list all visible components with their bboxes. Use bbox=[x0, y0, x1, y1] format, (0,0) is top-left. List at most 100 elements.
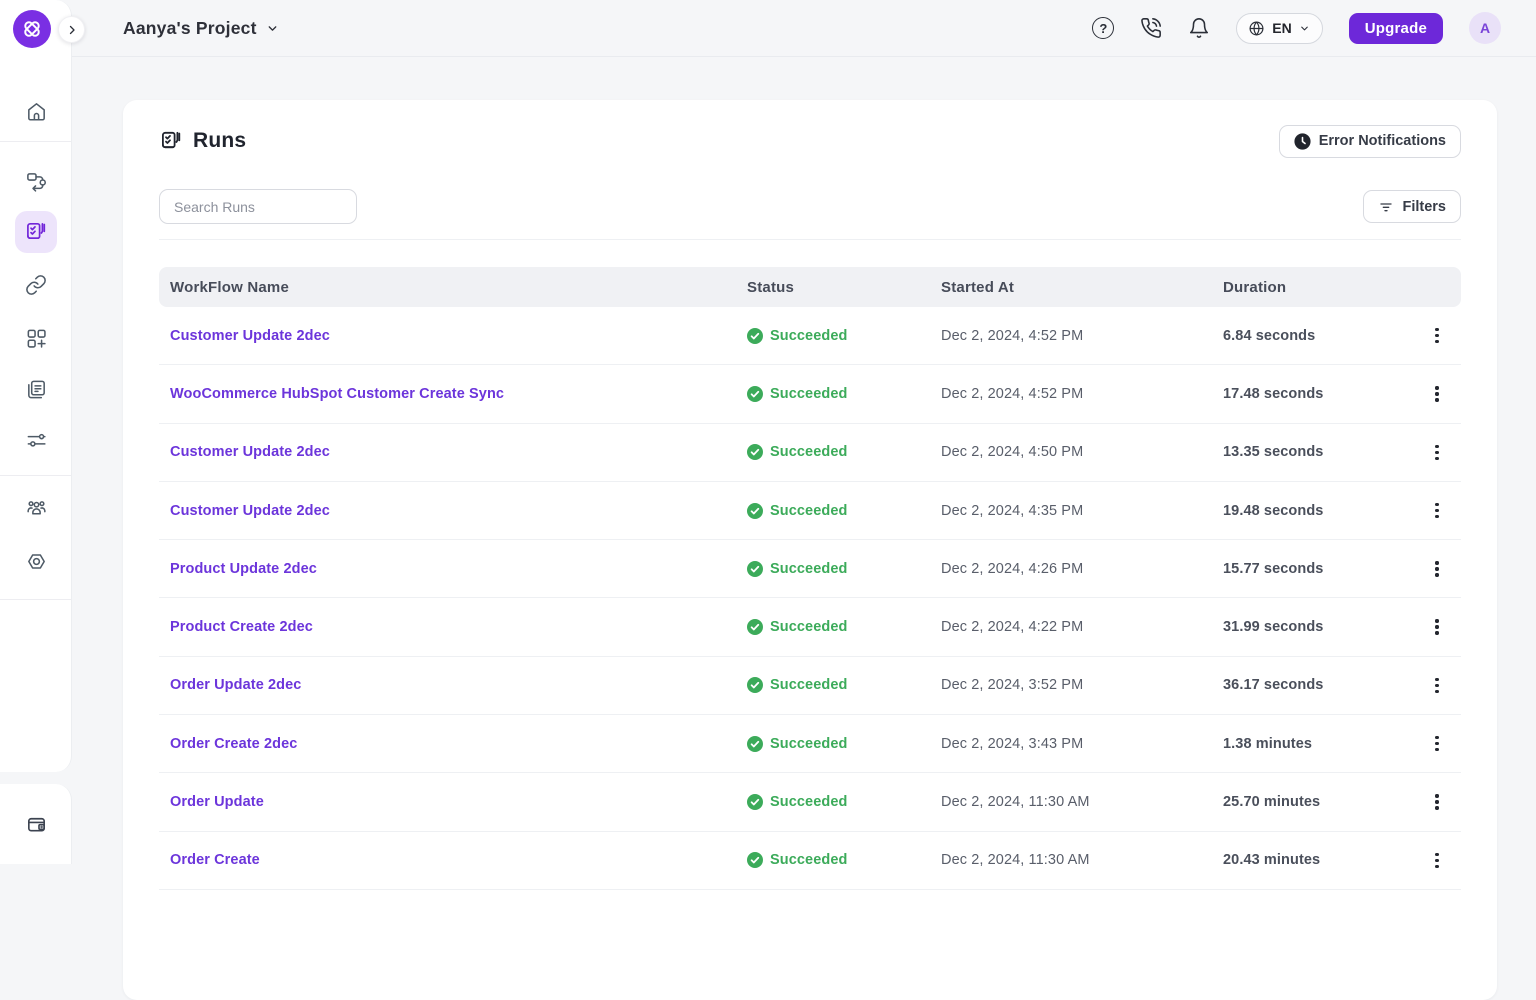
workflow-name-link[interactable]: Product Create 2dec bbox=[170, 619, 313, 635]
workflow-name-link[interactable]: Order Create bbox=[170, 852, 260, 868]
sidebar-item-connections[interactable] bbox=[15, 264, 57, 306]
workflow-icon bbox=[25, 170, 48, 193]
language-code: EN bbox=[1272, 20, 1291, 36]
status-label: Succeeded bbox=[770, 852, 847, 868]
status-label: Succeeded bbox=[770, 794, 847, 810]
check-circle-icon bbox=[747, 852, 763, 868]
app-logo[interactable] bbox=[13, 10, 51, 48]
project-switcher[interactable]: Aanya's Project bbox=[123, 18, 279, 39]
search-input[interactable] bbox=[174, 199, 355, 215]
chevron-down-icon bbox=[266, 22, 279, 35]
status-label: Succeeded bbox=[770, 619, 847, 635]
workflow-name-link[interactable]: Order Update 2dec bbox=[170, 677, 301, 693]
sidebar-expand-button[interactable] bbox=[58, 16, 85, 43]
row-menu-button[interactable] bbox=[1429, 380, 1444, 407]
status-badge: Succeeded bbox=[747, 852, 941, 868]
workflow-name-link[interactable]: Order Update bbox=[170, 794, 264, 810]
sidebar-item-team[interactable] bbox=[15, 487, 57, 529]
contact-button[interactable] bbox=[1140, 17, 1162, 39]
topbar-actions: ? EN Upgrade A bbox=[1092, 12, 1536, 44]
workflow-name-link[interactable]: Customer Update 2dec bbox=[170, 328, 330, 344]
status-label: Succeeded bbox=[770, 736, 847, 752]
sidebar-item-templates[interactable] bbox=[15, 368, 57, 410]
workflow-name-link[interactable]: Customer Update 2dec bbox=[170, 444, 330, 460]
status-badge: Succeeded bbox=[747, 794, 941, 810]
check-circle-icon bbox=[747, 561, 763, 577]
duration: 17.48 seconds bbox=[1223, 386, 1413, 402]
table-row: Product Update 2dec Succeeded Dec 2, 202… bbox=[159, 540, 1461, 598]
row-menu-button[interactable] bbox=[1429, 847, 1444, 874]
duration: 20.43 minutes bbox=[1223, 852, 1413, 868]
table-row: Customer Update 2dec Succeeded Dec 2, 20… bbox=[159, 307, 1461, 365]
runs-header: Runs Error Notifications bbox=[159, 100, 1461, 158]
started-at: Dec 2, 2024, 4:26 PM bbox=[941, 561, 1223, 577]
chevron-down-icon bbox=[1299, 23, 1310, 34]
sidebar-item-home[interactable] bbox=[15, 90, 57, 132]
row-menu-button[interactable] bbox=[1429, 730, 1444, 757]
started-at: Dec 2, 2024, 4:52 PM bbox=[941, 328, 1223, 344]
sidebar-item-workflows[interactable] bbox=[15, 160, 57, 202]
team-icon bbox=[25, 497, 48, 520]
status-badge: Succeeded bbox=[747, 328, 941, 344]
table-row: Product Create 2dec Succeeded Dec 2, 202… bbox=[159, 598, 1461, 656]
sidebar-divider bbox=[0, 475, 71, 476]
table-header: WorkFlow Name Status Started At Duration bbox=[159, 267, 1461, 307]
sidebar-item-billing[interactable] bbox=[15, 803, 57, 845]
duration: 13.35 seconds bbox=[1223, 444, 1413, 460]
row-menu-button[interactable] bbox=[1429, 672, 1444, 699]
row-menu-button[interactable] bbox=[1429, 497, 1444, 524]
workflow-name-link[interactable]: Customer Update 2dec bbox=[170, 503, 330, 519]
status-label: Succeeded bbox=[770, 503, 847, 519]
workflow-name-link[interactable]: Order Create 2dec bbox=[170, 736, 297, 752]
duration: 1.38 minutes bbox=[1223, 736, 1413, 752]
status-label: Succeeded bbox=[770, 386, 847, 402]
wallet-icon bbox=[25, 813, 48, 836]
brand-knot-icon bbox=[20, 17, 44, 41]
row-menu-button[interactable] bbox=[1429, 613, 1444, 640]
table-row: Customer Update 2dec Succeeded Dec 2, 20… bbox=[159, 482, 1461, 540]
runs-icon bbox=[24, 220, 48, 244]
workflow-name-link[interactable]: WooCommerce HubSpot Customer Create Sync bbox=[170, 386, 504, 402]
error-notifications-label: Error Notifications bbox=[1319, 133, 1446, 149]
sidebar bbox=[0, 0, 72, 772]
runs-title-icon bbox=[159, 129, 183, 153]
sidebar-item-preferences[interactable] bbox=[15, 419, 57, 461]
error-notifications-button[interactable]: Error Notifications bbox=[1279, 125, 1461, 158]
duration: 15.77 seconds bbox=[1223, 561, 1413, 577]
help-button[interactable]: ? bbox=[1092, 17, 1114, 39]
table-body: Customer Update 2dec Succeeded Dec 2, 20… bbox=[159, 307, 1461, 890]
chevron-right-icon bbox=[66, 24, 78, 36]
row-menu-button[interactable] bbox=[1429, 322, 1444, 349]
table-row: Customer Update 2dec Succeeded Dec 2, 20… bbox=[159, 424, 1461, 482]
status-badge: Succeeded bbox=[747, 677, 941, 693]
status-badge: Succeeded bbox=[747, 561, 941, 577]
upgrade-button[interactable]: Upgrade bbox=[1349, 13, 1443, 44]
row-menu-button[interactable] bbox=[1429, 555, 1444, 582]
language-selector[interactable]: EN bbox=[1236, 13, 1322, 44]
notifications-button[interactable] bbox=[1188, 17, 1210, 39]
filters-button[interactable]: Filters bbox=[1363, 190, 1461, 223]
bell-icon bbox=[1188, 17, 1210, 39]
status-label: Succeeded bbox=[770, 677, 847, 693]
row-menu-button[interactable] bbox=[1429, 788, 1444, 815]
avatar[interactable]: A bbox=[1469, 12, 1501, 44]
status-badge: Succeeded bbox=[747, 736, 941, 752]
table-row: Order Create 2dec Succeeded Dec 2, 2024,… bbox=[159, 715, 1461, 773]
workflow-name-link[interactable]: Product Update 2dec bbox=[170, 561, 317, 577]
project-name: Aanya's Project bbox=[123, 18, 257, 39]
filters-label: Filters bbox=[1402, 199, 1446, 215]
globe-icon bbox=[1248, 20, 1265, 37]
duration: 19.48 seconds bbox=[1223, 503, 1413, 519]
row-menu-button[interactable] bbox=[1429, 439, 1444, 466]
status-label: Succeeded bbox=[770, 561, 847, 577]
table-row: Order Update 2dec Succeeded Dec 2, 2024,… bbox=[159, 657, 1461, 715]
check-circle-icon bbox=[747, 736, 763, 752]
duration: 31.99 seconds bbox=[1223, 619, 1413, 635]
table-row: Order Update Succeeded Dec 2, 2024, 11:3… bbox=[159, 773, 1461, 831]
sidebar-item-runs[interactable] bbox=[15, 211, 57, 253]
table-row: WooCommerce HubSpot Customer Create Sync… bbox=[159, 365, 1461, 423]
duration: 6.84 seconds bbox=[1223, 328, 1413, 344]
sidebar-item-apps[interactable] bbox=[15, 317, 57, 359]
sidebar-item-settings[interactable] bbox=[15, 540, 57, 582]
table-toolbar: Filters bbox=[159, 189, 1461, 240]
